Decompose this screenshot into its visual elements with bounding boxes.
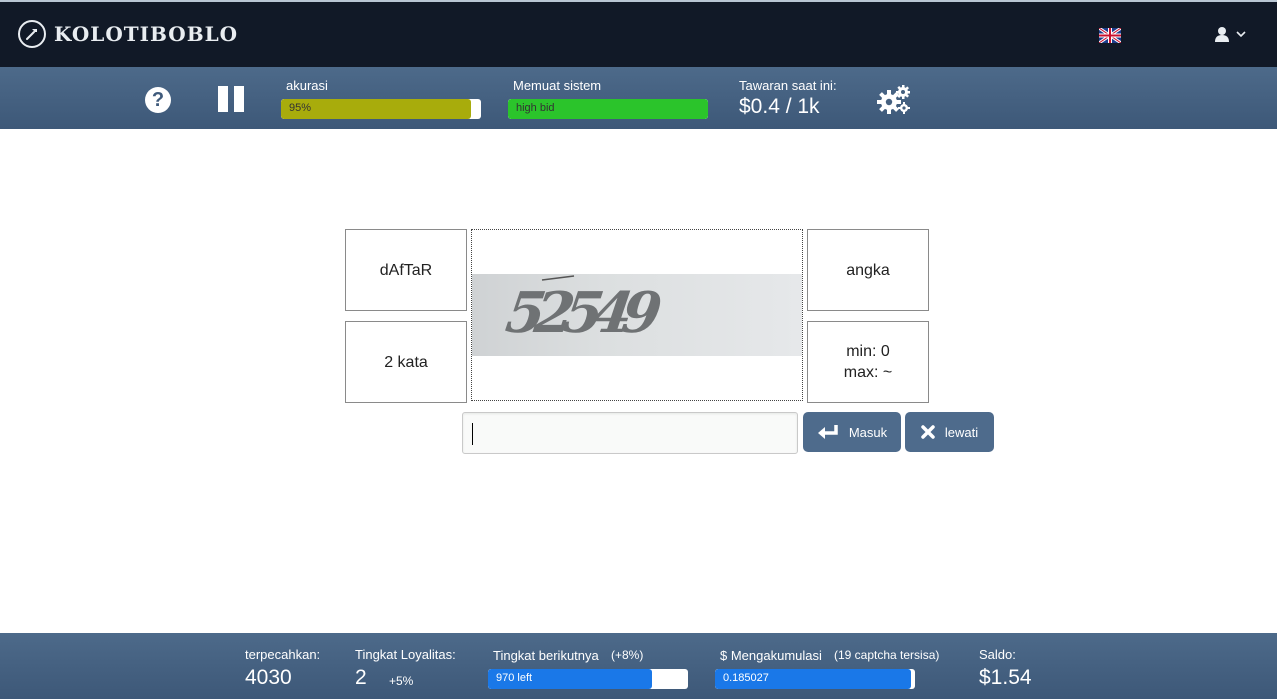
balance-label: Saldo:	[979, 647, 1016, 662]
type-hint: angka	[807, 229, 929, 311]
captcha-image-text: 52549	[502, 280, 665, 346]
uk-flag-icon[interactable]	[1098, 26, 1122, 45]
solved-value: 4030	[245, 666, 292, 689]
stats-footer	[0, 633, 1277, 699]
pause-icon[interactable]	[218, 86, 244, 112]
accumulate-bar: 0.185027	[715, 669, 915, 689]
next-level-label: Tingkat berikutnya	[493, 648, 599, 663]
current-bid-value: $0.4 / 1k	[739, 95, 820, 118]
balance-value: $1.54	[979, 666, 1032, 689]
accuracy-label: akurasi	[286, 78, 328, 93]
top-navbar: KOLOTIBOBLO	[0, 0, 1277, 67]
accumulate-value: 0.185027	[723, 672, 769, 684]
max-hint: max: ~	[843, 364, 893, 381]
status-toolbar: ?	[0, 67, 1277, 129]
logo-text: KOLOTIBOBLO	[54, 22, 239, 46]
hammer-icon	[18, 20, 46, 48]
accumulate-label: $ Mengakumulasi	[720, 648, 822, 663]
length-hint: min: 0 max: ~	[807, 321, 929, 403]
case-hint: dAfTaR	[345, 229, 467, 311]
user-icon	[1215, 27, 1229, 42]
next-level-bonus: (+8%)	[611, 648, 644, 662]
app-logo[interactable]: KOLOTIBOBLO	[18, 20, 238, 48]
system-load-label: Memuat sistem	[513, 78, 602, 93]
words-hint: 2 kata	[345, 321, 467, 403]
next-level-value: 970 left	[496, 672, 533, 684]
accuracy-bar: 95%	[281, 99, 481, 119]
solved-label: terpecahkan:	[245, 647, 321, 662]
system-load-bar: high bid	[508, 99, 708, 119]
accumulate-note: (19 captcha tersisa)	[834, 648, 940, 662]
chevron-down-icon	[1236, 31, 1246, 38]
loyalty-bonus: +5%	[389, 674, 414, 688]
skip-button[interactable]: lewati	[905, 412, 994, 452]
question-icon[interactable]: ?	[145, 87, 171, 113]
system-load-value: high bid	[516, 102, 555, 114]
submit-button[interactable]: Masuk	[803, 412, 901, 452]
text-caret	[472, 423, 473, 445]
gears-icon[interactable]	[876, 84, 912, 116]
captcha-image: 52549	[472, 274, 802, 356]
accuracy-value: 95%	[289, 102, 312, 114]
loyalty-value: 2	[355, 666, 367, 689]
min-hint: min: 0	[846, 343, 890, 360]
submit-label: Masuk	[848, 424, 888, 440]
skip-label: lewati	[944, 424, 979, 440]
close-icon	[921, 425, 935, 439]
next-level-bar: 970 left	[488, 669, 688, 689]
current-bid-label: Tawaran saat ini:	[739, 78, 837, 93]
captcha-frame: 52549	[471, 229, 803, 401]
loyalty-label: Tingkat Loyalitas:	[355, 647, 456, 662]
captcha-answer-input[interactable]	[462, 412, 798, 454]
enter-icon	[817, 425, 838, 439]
user-menu[interactable]	[1214, 26, 1246, 42]
